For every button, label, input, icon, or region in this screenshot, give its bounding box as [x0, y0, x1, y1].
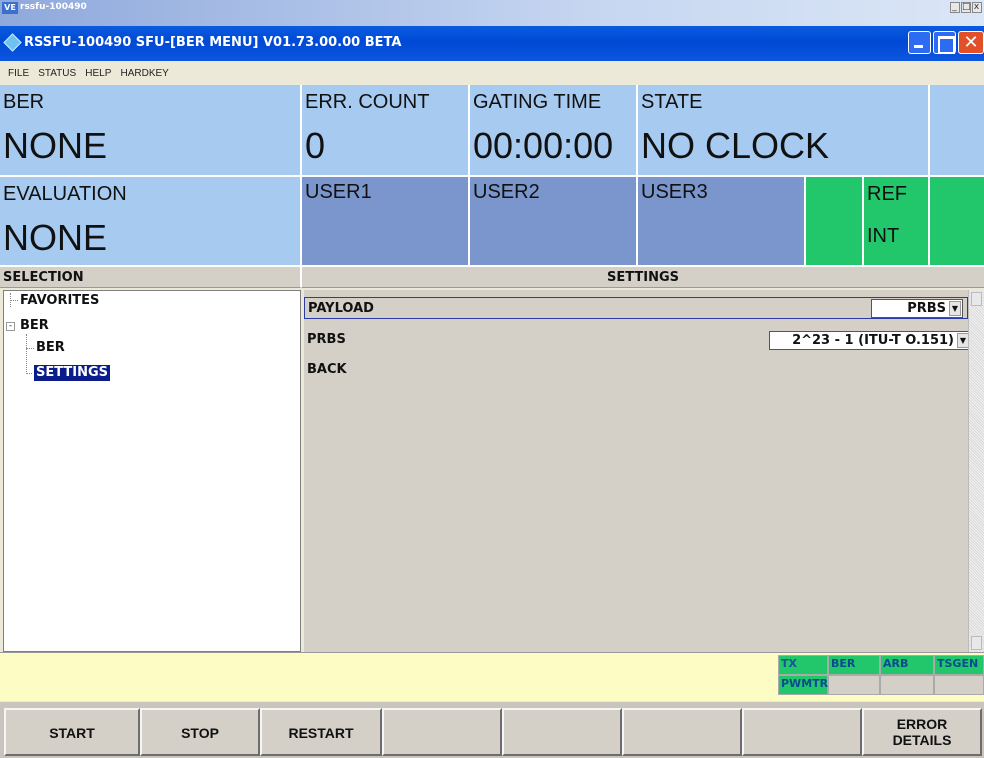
evaluation-panel: EVALUATION NONE: [0, 177, 302, 267]
app-icon: VE: [2, 2, 18, 14]
minimize-button[interactable]: [908, 31, 931, 54]
settings-scrollbar[interactable]: [968, 290, 984, 652]
green-indicator-panel-right: [930, 177, 984, 267]
menu-status[interactable]: STATUS: [38, 68, 76, 79]
maximize-button[interactable]: [933, 31, 956, 54]
rohde-schwarz-logo-icon: [3, 33, 22, 52]
stop-button[interactable]: STOP: [140, 708, 260, 756]
app-window-title: RSSFU-100490 SFU-[BER MENU] V01.73.00.00…: [24, 35, 402, 50]
ber-panel: BER NONE: [0, 85, 302, 177]
tree-connector: [26, 348, 34, 349]
user1-label: USER1: [305, 181, 372, 203]
stop-button-label: STOP: [181, 725, 219, 741]
softkey-7[interactable]: [742, 708, 862, 756]
state-value: NO CLOCK: [641, 125, 830, 166]
evaluation-value: NONE: [3, 217, 108, 258]
chevron-down-icon[interactable]: ▼: [949, 301, 961, 316]
tree-connector: [10, 300, 18, 301]
user1-panel[interactable]: USER1: [302, 177, 470, 267]
error-details-button[interactable]: ERROR DETAILS: [862, 708, 982, 756]
prbs-dropdown[interactable]: 2^23 - 1 (ITU-T O.151) ▼: [769, 331, 971, 350]
prbs-label: PRBS: [307, 332, 346, 347]
menu-help[interactable]: HELP: [85, 68, 111, 79]
tree-item-ber-child[interactable]: BER: [36, 340, 65, 356]
state-panel: STATE NO CLOCK: [638, 85, 930, 177]
settings-header: SETTINGS: [302, 267, 984, 288]
evaluation-label: EVALUATION: [3, 183, 127, 205]
tree-connector: [26, 373, 34, 374]
tab-pwmtr[interactable]: PWMTR: [778, 675, 828, 695]
status-strip: TX BER ARB TSGEN PWMTR: [0, 652, 984, 701]
user3-label: USER3: [641, 181, 708, 203]
outer-minimize-button[interactable]: _: [950, 2, 960, 13]
tab-arb[interactable]: ARB: [880, 655, 934, 675]
settings-row-back[interactable]: BACK: [304, 359, 968, 381]
back-label: BACK: [307, 362, 347, 377]
error-details-label-line1: ERROR: [896, 716, 948, 732]
app-title-bar: RSSFU-100490 SFU-[BER MENU] V01.73.00.00…: [0, 26, 984, 61]
err-count-panel: ERR. COUNT 0: [302, 85, 470, 177]
user2-label: USER2: [473, 181, 540, 203]
softkey-6[interactable]: [622, 708, 742, 756]
tree-connector: [26, 334, 27, 374]
collapse-icon[interactable]: -: [6, 322, 15, 331]
tab-tx[interactable]: TX: [778, 655, 828, 675]
tab-tsgen[interactable]: TSGEN: [934, 655, 984, 675]
restart-button-label: RESTART: [288, 725, 354, 741]
tree-item-settings[interactable]: SETTINGS: [32, 364, 112, 382]
settings-row-payload[interactable]: PAYLOAD PRBS ▼: [304, 297, 968, 319]
prbs-dropdown-value: 2^23 - 1 (ITU-T O.151): [792, 333, 954, 348]
outer-maximize-button[interactable]: □: [961, 2, 971, 13]
gating-time-panel: GATING TIME 00:00:00: [470, 85, 638, 177]
close-button[interactable]: ✕: [958, 31, 984, 54]
selection-tree[interactable]: FAVORITES - BER BER SETTINGS: [3, 290, 301, 652]
outer-close-button[interactable]: x: [972, 2, 982, 13]
ref-panel: REF INT: [864, 177, 930, 267]
softkey-bar: START STOP RESTART ERROR DETAILS: [0, 702, 984, 758]
tab-ber[interactable]: BER: [828, 655, 880, 675]
tree-item-favorites[interactable]: FAVORITES: [20, 293, 99, 309]
outer-window-title: rssfu-100490: [20, 2, 87, 12]
menu-hardkey[interactable]: HARDKEY: [121, 68, 169, 79]
user2-panel[interactable]: USER2: [470, 177, 638, 267]
tab-empty-3: [934, 675, 984, 695]
softkey-5[interactable]: [502, 708, 622, 756]
error-details-label-line2: DETAILS: [892, 732, 952, 748]
scroll-up-button[interactable]: [971, 292, 982, 306]
settings-panel: PAYLOAD PRBS ▼ PRBS 2^23 - 1 (ITU-T O.15…: [304, 290, 971, 652]
softkey-4[interactable]: [382, 708, 502, 756]
user3-panel[interactable]: USER3: [638, 177, 806, 267]
empty-status-panel: [928, 85, 984, 177]
menu-bar: FILE STATUS HELP HARDKEY: [0, 61, 984, 85]
settings-row-prbs[interactable]: PRBS 2^23 - 1 (ITU-T O.151) ▼: [304, 329, 971, 351]
outer-window-controls[interactable]: _ □ x: [949, 1, 982, 13]
ber-label: BER: [3, 91, 45, 113]
ref-value: INT: [867, 225, 900, 247]
state-label: STATE: [641, 91, 703, 113]
ber-value: NONE: [3, 125, 108, 166]
tab-empty-2: [880, 675, 934, 695]
restart-button[interactable]: RESTART: [260, 708, 382, 756]
err-count-label: ERR. COUNT: [305, 91, 430, 113]
menu-file[interactable]: FILE: [8, 68, 29, 79]
payload-dropdown[interactable]: PRBS ▼: [871, 299, 963, 318]
gating-time-value: 00:00:00: [473, 125, 614, 166]
tree-item-ber[interactable]: BER: [20, 318, 49, 334]
start-button[interactable]: START: [4, 708, 140, 756]
outer-title-bar: VE rssfu-100490 _ □ x: [0, 0, 984, 26]
tab-empty-1: [828, 675, 880, 695]
close-icon: ✕: [963, 32, 979, 53]
selection-header: SELECTION: [0, 267, 302, 288]
err-count-value: 0: [305, 125, 326, 166]
payload-label: PAYLOAD: [308, 301, 374, 316]
start-button-label: START: [49, 725, 95, 741]
scroll-down-button[interactable]: [971, 636, 982, 650]
payload-dropdown-value: PRBS: [907, 301, 946, 316]
green-indicator-panel: [806, 177, 864, 267]
gating-time-label: GATING TIME: [473, 91, 602, 113]
ref-label: REF: [867, 183, 907, 205]
